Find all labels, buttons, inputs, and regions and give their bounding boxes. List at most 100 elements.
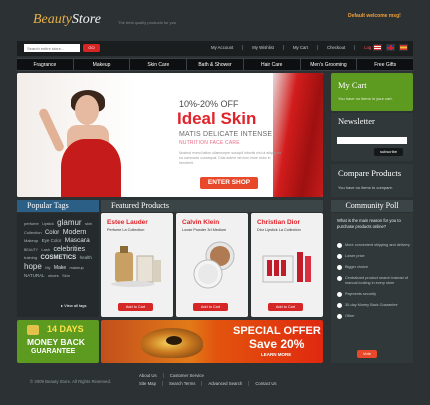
poll-option-label: Payments security (345, 292, 377, 296)
my-cart-block: My Cart You have no items in your cart. (331, 73, 413, 111)
product-name[interactable]: Estee Lauder (107, 219, 148, 226)
special-offer-save: Save 20% (249, 337, 305, 351)
popular-tags-heading: Popular Tags (17, 200, 99, 212)
red-fabric-image (273, 73, 323, 197)
product-name[interactable]: Calvin Klein (182, 219, 219, 226)
contact-us-link[interactable]: Contact Us (248, 381, 282, 386)
product-image[interactable] (259, 238, 315, 292)
tag[interactable]: celebrities (53, 246, 85, 253)
tag[interactable]: skin (85, 221, 92, 226)
tag[interactable]: BEAUTY (24, 248, 38, 252)
poll-option-label: Other (345, 314, 355, 318)
product-card: Estee Lauder Perfume La Collection Add t… (101, 213, 173, 317)
product-image[interactable] (184, 238, 240, 292)
community-poll-heading: Community Poll (331, 200, 413, 212)
tag[interactable]: Modern (63, 229, 87, 236)
tag[interactable]: COSMETICS (41, 255, 77, 261)
newsletter-email-input[interactable] (337, 137, 407, 144)
product-image[interactable] (109, 238, 165, 292)
nav-skin-care[interactable]: Skin Care (129, 59, 186, 70)
add-to-cart-button[interactable]: Add to Cart (193, 303, 228, 311)
poll-option[interactable]: Payments security (337, 292, 411, 297)
nav-free-gifts[interactable]: Free Gifts (356, 59, 413, 70)
radio-button[interactable] (337, 314, 342, 319)
vote-button[interactable]: Vote (357, 350, 377, 358)
my-cart-link[interactable]: My Cart (282, 45, 317, 50)
nav-makeup[interactable]: Makeup (72, 59, 130, 70)
tag[interactable]: Lipstick (42, 222, 54, 226)
banner-subtitle-2: NUTRITION FACE CARE (179, 140, 240, 146)
learn-more-link[interactable]: LEARN MORE (261, 352, 291, 357)
tag[interactable]: health (80, 255, 92, 260)
radio-button[interactable] (337, 254, 342, 259)
poll-option[interactable]: Other (337, 314, 411, 319)
model-arm (37, 107, 66, 153)
product-card: Christian Dior Dior Lipstick La Collecti… (251, 213, 323, 317)
eur-flag-icon[interactable] (399, 44, 408, 51)
add-to-cart-button[interactable]: Add to Cart (268, 303, 303, 311)
checkout-link[interactable]: Checkout (317, 45, 354, 50)
hero-banner[interactable]: 10%-20% OFF Ideal Skin MATIS DELICATE IN… (17, 73, 323, 197)
radio-button[interactable] (337, 303, 342, 308)
poll-option[interactable]: Bigger choice (337, 265, 411, 270)
customer-service-link[interactable]: Customer Service (162, 373, 210, 378)
nav-fragrance[interactable]: Fragrance (17, 59, 73, 70)
tag-cloud: perfume Lipstick glamur skin Collection … (24, 218, 96, 281)
tag[interactable]: hope (24, 262, 42, 271)
product-subtitle: Loose Powder 3rl Medium (182, 228, 227, 232)
about-us-link[interactable]: About Us (133, 373, 163, 378)
view-all-tags-link[interactable]: ▸ View all tags (61, 303, 87, 308)
product-name[interactable]: Christian Dior (257, 219, 300, 226)
tag[interactable]: Skin (62, 273, 70, 278)
product-subtitle: Dior Lipstick La Collection (257, 228, 301, 232)
nav-bath-shower[interactable]: Bath & Shower (186, 59, 243, 70)
gbp-flag-icon[interactable] (386, 44, 395, 51)
search-terms-link[interactable]: Search Terms (161, 381, 201, 386)
radio-button[interactable] (337, 243, 342, 248)
tag[interactable]: glamur (57, 218, 81, 227)
poll-option[interactable]: 30-day Money Back Guarantee (337, 303, 411, 308)
cart-title: My Cart (338, 80, 367, 90)
subscribe-button[interactable]: subscribe (374, 148, 403, 156)
product-subtitle: Perfume La Collection (107, 228, 145, 232)
search-go-button[interactable]: GO (83, 44, 100, 52)
radio-button[interactable] (337, 265, 342, 270)
tag[interactable]: Collection (24, 230, 42, 235)
tag[interactable]: shoes (48, 273, 59, 278)
usd-flag-icon[interactable] (373, 44, 382, 51)
special-offer-banner[interactable]: SPECIAL OFFER Save 20% LEARN MORE (101, 320, 323, 363)
search-input[interactable] (24, 44, 80, 52)
my-account-link[interactable]: My Account (202, 45, 242, 50)
store-logo[interactable]: BeautyStore (33, 12, 101, 28)
site-map-link[interactable]: Site Map (133, 381, 162, 386)
tag[interactable]: Make (54, 265, 66, 271)
compare-block: Compare Products You have no items to co… (331, 164, 413, 197)
radio-button[interactable] (337, 276, 342, 281)
my-wishlist-link[interactable]: My Wishlist (242, 45, 283, 50)
cart-status-text: You have no items in your cart. (338, 96, 393, 101)
radio-button[interactable] (337, 292, 342, 297)
tag[interactable]: Lash (41, 247, 50, 252)
tag[interactable]: training (24, 255, 37, 260)
add-to-cart-button[interactable]: Add to Cart (118, 303, 153, 311)
tag[interactable]: Color (45, 230, 59, 236)
nav-hair-care[interactable]: Hair Care (242, 59, 300, 70)
nav-mens-grooming[interactable]: Men's Grooming (299, 59, 357, 70)
tag[interactable]: Eye Color (42, 238, 62, 243)
tag[interactable]: NATURAL (24, 273, 45, 278)
poll-option[interactable]: Centralized product search instead of ma… (337, 276, 411, 286)
special-offer-title: SPECIAL OFFER (233, 325, 321, 337)
tag[interactable]: makeup (70, 265, 84, 270)
poll-options: More convenient shipping and delivery Lo… (337, 243, 411, 325)
currency-switcher (373, 44, 408, 51)
tag[interactable]: My (45, 265, 50, 270)
tag[interactable]: Makeup (24, 238, 38, 243)
featured-products: Estee Lauder Perfume La Collection Add t… (101, 213, 323, 317)
tag[interactable]: perfume (24, 221, 39, 226)
poll-option[interactable]: Lower price (337, 254, 411, 259)
enter-shop-button[interactable]: ENTER SHOP (200, 177, 258, 189)
tag[interactable]: Mascara (65, 237, 90, 244)
money-back-banner[interactable]: 14 DAYS MONEY BACK GUARANTEE (17, 320, 99, 363)
advanced-search-link[interactable]: Advanced Search (201, 381, 248, 386)
poll-option[interactable]: More convenient shipping and delivery (337, 243, 411, 248)
